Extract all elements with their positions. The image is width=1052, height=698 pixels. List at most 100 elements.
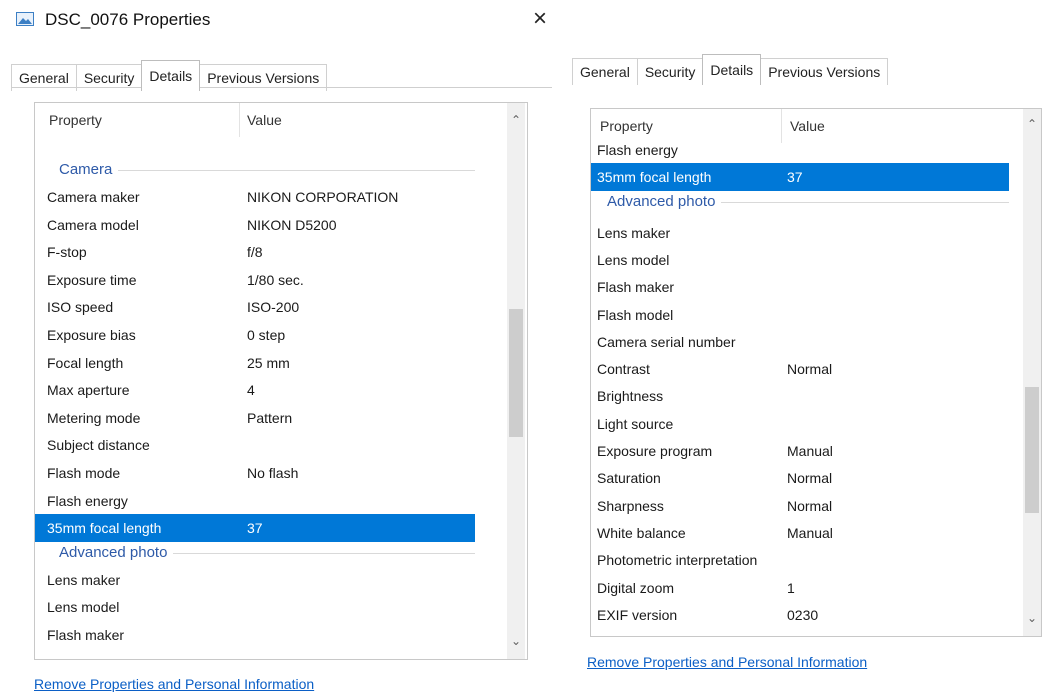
remove-properties-link-left[interactable]: Remove Properties and Personal Informati… xyxy=(34,676,314,692)
property-name: Flash maker xyxy=(47,627,125,643)
group-header: Advanced photo xyxy=(35,542,475,566)
column-divider[interactable] xyxy=(239,103,240,137)
property-name: F-stop xyxy=(47,244,87,261)
property-row[interactable]: Focal length 25 mm xyxy=(35,349,475,377)
property-name: Metering mode xyxy=(47,409,141,426)
down-arrow-icon[interactable]: ⌄ xyxy=(509,634,523,648)
property-row-selected[interactable]: 35mm focal length 37 xyxy=(35,514,475,542)
property-row[interactable]: F-stop f/8 xyxy=(35,238,475,266)
close-icon[interactable]: × xyxy=(533,4,547,34)
property-row[interactable]: Flash mode No flash xyxy=(35,459,475,487)
property-value: 37 xyxy=(787,169,803,186)
property-name: Exposure time xyxy=(47,271,137,288)
property-row-selected[interactable]: 35mm focal length 37 xyxy=(591,163,1009,191)
scrollbar-thumb[interactable] xyxy=(1025,387,1039,513)
column-header: Property Value xyxy=(35,103,527,137)
up-arrow-icon[interactable]: ⌃ xyxy=(509,113,523,127)
remove-properties-link-right[interactable]: Remove Properties and Personal Informati… xyxy=(587,654,867,670)
property-value: Manual xyxy=(787,524,833,541)
property-name: Saturation xyxy=(597,470,661,487)
tab-previous-versions[interactable]: Previous Versions xyxy=(760,58,889,85)
property-row[interactable]: EXIF version 0230 xyxy=(591,601,1009,628)
property-value: NIKON CORPORATION xyxy=(247,189,399,205)
property-name: Flash mode xyxy=(47,465,121,481)
tab-details[interactable]: Details xyxy=(702,54,762,85)
property-row[interactable]: Photometric interpretation xyxy=(591,546,1009,573)
property-row[interactable]: Brightness xyxy=(591,382,1009,409)
column-header-property[interactable]: Property xyxy=(49,112,102,128)
property-name: 35mm focal length xyxy=(597,169,712,186)
property-name: Camera serial number xyxy=(597,333,736,350)
property-row[interactable]: Camera model NIKON D5200 xyxy=(35,211,475,239)
group-header: Camera xyxy=(35,159,475,183)
property-row[interactable]: Lens model xyxy=(591,246,1009,273)
property-name: Exposure bias xyxy=(47,327,136,343)
property-value: f/8 xyxy=(247,244,263,261)
property-name: Light source xyxy=(597,415,674,432)
property-row[interactable]: Contrast Normal xyxy=(591,355,1009,382)
property-row[interactable]: Max aperture 4 xyxy=(35,376,475,404)
property-name: Focal length xyxy=(47,354,124,371)
property-name: Flash model xyxy=(597,306,674,323)
property-name: Brightness xyxy=(597,388,664,405)
property-row[interactable]: Lens maker xyxy=(35,566,475,594)
property-row[interactable]: Exposure bias 0 step xyxy=(35,321,475,349)
property-row[interactable]: Camera maker NIKON CORPORATION xyxy=(35,183,475,211)
property-row[interactable]: Sharpness Normal xyxy=(591,492,1009,519)
property-name: 35mm focal length xyxy=(47,520,162,537)
property-row[interactable]: Exposure time 1/80 sec. xyxy=(35,266,475,294)
image-file-icon xyxy=(16,12,34,26)
column-header-value[interactable]: Value xyxy=(790,118,825,134)
property-name: EXIF version xyxy=(597,606,678,623)
tab-details[interactable]: Details xyxy=(141,60,201,91)
property-name: Lens maker xyxy=(597,224,671,241)
column-header-value[interactable]: Value xyxy=(247,112,282,128)
property-name: Max aperture xyxy=(47,382,130,399)
details-list-right[interactable]: Property Value ⌃ ⌄ Flash energy 35mm foca… xyxy=(590,108,1042,637)
property-row[interactable]: Light source xyxy=(591,410,1009,437)
property-row[interactable]: Exposure program Manual xyxy=(591,437,1009,464)
group-label: Advanced photo xyxy=(607,192,722,210)
property-row[interactable]: Metering mode Pattern xyxy=(35,404,475,432)
tab-baseline-left xyxy=(11,87,552,88)
down-arrow-icon[interactable]: ⌄ xyxy=(1025,611,1039,625)
tab-general[interactable]: General xyxy=(572,58,638,85)
property-row[interactable]: White balance Manual xyxy=(591,519,1009,546)
property-row[interactable]: Subject distance xyxy=(35,431,475,459)
property-row[interactable]: ISO speed ISO-200 xyxy=(35,293,475,321)
property-value: 25 mm xyxy=(247,354,290,371)
details-list-left[interactable]: Property Value ⌃ ⌄ Camera Camera maker NIK… xyxy=(34,102,528,660)
vertical-scrollbar[interactable]: ⌃ ⌄ xyxy=(1023,109,1041,636)
scrollbar-thumb[interactable] xyxy=(509,309,523,437)
property-value: 0230 xyxy=(787,606,819,623)
property-row[interactable]: Lens model xyxy=(35,593,475,621)
property-name: Photometric interpretation xyxy=(597,552,758,569)
vertical-scrollbar[interactable]: ⌃ ⌄ xyxy=(507,103,525,659)
property-row[interactable]: Digital zoom 1 xyxy=(591,574,1009,601)
window-title: DSC_0076 Properties xyxy=(45,10,211,29)
property-name: Lens model xyxy=(47,599,120,616)
group-divider xyxy=(59,170,475,171)
property-row[interactable]: Flash energy xyxy=(591,136,1009,163)
property-row[interactable]: Flash model xyxy=(591,301,1009,328)
property-row[interactable]: Camera serial number xyxy=(591,328,1009,355)
group-header: Advanced photo xyxy=(591,191,1009,215)
column-header: Property Value xyxy=(591,109,1041,143)
property-name: Exposure program xyxy=(597,443,713,459)
title-bar: DSC_0076 Properties × xyxy=(0,0,565,40)
property-name: Flash maker xyxy=(597,279,675,296)
property-row[interactable]: Saturation Normal xyxy=(591,464,1009,491)
up-arrow-icon[interactable]: ⌃ xyxy=(1025,117,1039,131)
property-name: Camera model xyxy=(47,216,139,233)
tab-security[interactable]: Security xyxy=(636,58,704,85)
column-header-property[interactable]: Property xyxy=(600,118,653,134)
property-name: Flash energy xyxy=(597,142,678,158)
property-value: 37 xyxy=(247,520,263,537)
property-row[interactable]: Flash maker xyxy=(591,273,1009,300)
property-name: Camera maker xyxy=(47,189,140,205)
property-row[interactable]: Flash maker xyxy=(35,621,475,649)
property-row[interactable]: Flash energy xyxy=(35,487,475,515)
property-row[interactable]: Lens maker xyxy=(591,219,1009,246)
property-value: Normal xyxy=(787,497,833,514)
group-label: Advanced photo xyxy=(59,543,174,561)
